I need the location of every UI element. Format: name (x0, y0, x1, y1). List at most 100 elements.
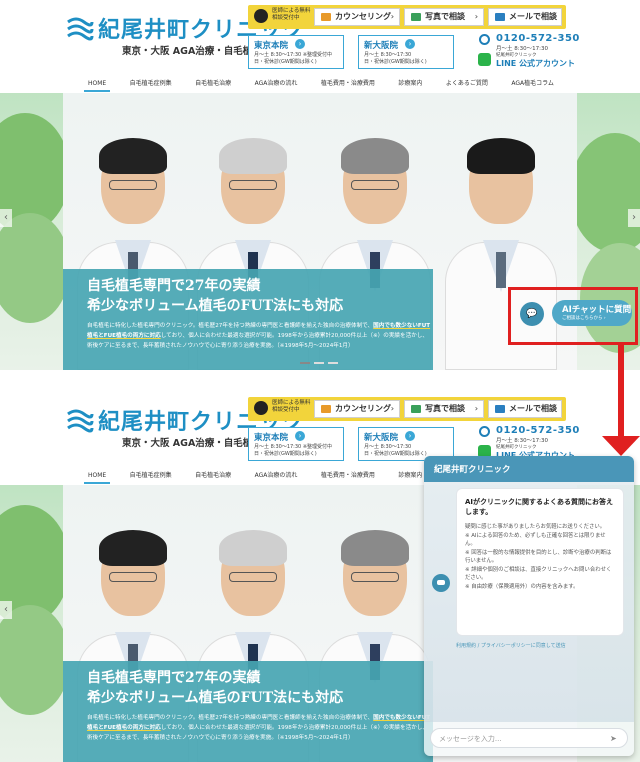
contact-phone[interactable]: 0120-572-350 月〜土 8:30〜17:30 紀尾井町クリニック LI… (478, 33, 580, 73)
send-icon[interactable]: ➤ (610, 733, 621, 744)
highlight-box (508, 287, 638, 345)
phone-hours: 月〜土 8:30〜17:30 (496, 438, 548, 444)
phone-number: 0120-572-350 (496, 425, 580, 436)
chevron-right-icon: › (390, 12, 394, 21)
people-icon (321, 405, 331, 413)
terms-link[interactable]: 利用規約 / プライバシーポリシーに同意して送信 (456, 642, 566, 649)
site-logo[interactable]: 紀尾井町クリニック 東京・大阪 AGA治療・自毛植毛 (66, 404, 304, 450)
counseling-button[interactable]: カウンセリング › (314, 400, 400, 418)
people-icon (321, 13, 331, 21)
line-icon (478, 53, 491, 66)
nav-transplant[interactable]: 自毛植毛治療 (191, 76, 235, 92)
clinic-shin-osaka[interactable]: 新大阪院 › 月〜土 8:30〜17:30 日・祝休診(GW期間は除く) (358, 35, 454, 69)
nav-transplant[interactable]: 自毛植毛治療 (191, 468, 235, 484)
photo-icon (411, 13, 421, 21)
chevron-right-icon: › (474, 404, 478, 413)
message-line: ※ 自由診療（保険適用外）の内容を含みます。 (465, 583, 579, 590)
nav-faq[interactable]: よくあるご質問 (442, 76, 492, 92)
clinic-hours: 月〜土 8:30〜17:30 日・祝休診(GW期間は除く) (364, 444, 427, 457)
chat-input-box: ➤ (430, 728, 628, 748)
slider-next-button[interactable]: › (628, 209, 640, 227)
hero-caption: 自毛植毛専門で27年の実績 希少なボリューム植毛のFUT法にも対応 自毛植毛に特… (63, 661, 433, 762)
chat-input[interactable] (439, 732, 599, 745)
nav-fees[interactable]: 植毛費用・治療費用 (317, 76, 379, 92)
hero-title-1: 自毛植毛専門で27年の実績 (87, 670, 261, 686)
nav-cases[interactable]: 自毛植毛症例集 (126, 468, 176, 484)
mail-icon (495, 405, 505, 413)
chevron-right-icon: › (390, 404, 394, 413)
hero-title-1: 自毛植毛専門で27年の実績 (87, 278, 261, 294)
phone-icon (479, 34, 490, 45)
phone-number: 0120-572-350 (496, 33, 580, 44)
mail-icon (495, 13, 505, 21)
nav-home[interactable]: HOME (84, 76, 111, 92)
hero-title-2: 希少なボリューム植毛のFUT法にも対応 (87, 298, 344, 314)
chat-messages: AIがクリニックに関するよくある質問にお答えします。 疑問に感じた事がありました… (424, 482, 634, 722)
nav-fees[interactable]: 植毛費用・治療費用 (317, 468, 379, 484)
chat-title: 紀尾井町クリニック (434, 465, 511, 475)
site-header: 紀尾井町クリニック 東京・大阪 AGA治療・自毛植毛 医師による無料相談受付中 … (0, 0, 640, 92)
main-nav: HOME 自毛植毛症例集 自毛植毛治療 AGA治療の流れ 植毛費用・治療費用 診… (84, 76, 558, 92)
line-link[interactable]: LINE 公式アカウント (496, 58, 575, 69)
slider-dot[interactable] (314, 362, 324, 364)
clinic-hours: 月〜土 8:30〜17:30 ※整理受付中 日・祝休診(GW期間は除く) (254, 52, 333, 65)
arrow-right-icon: › (405, 431, 415, 441)
photo-icon (411, 405, 421, 413)
mail-consult-button[interactable]: メールで相談 › (488, 400, 562, 418)
chevron-right-icon: › (474, 12, 478, 21)
arrow-right-icon: › (405, 39, 415, 49)
doctor-icon (254, 401, 268, 415)
contact-bar: 医師による無料相談受付中 カウンセリング › 写真で相談 › メールで相談 › (248, 397, 566, 421)
clinic-tokyo[interactable]: 東京本院 › 月〜土 8:30〜17:30 ※整理受付中 日・祝休診(GW期間は除く… (248, 427, 344, 461)
logo-mark-icon (67, 409, 94, 433)
ai-chat-window: 紀尾井町クリニック AIがクリニックに関するよくある質問にお答えします。 疑問に… (424, 456, 634, 756)
arrow-right-icon: › (295, 39, 305, 49)
bot-avatar-icon (432, 574, 450, 592)
nav-home[interactable]: HOME (84, 468, 111, 484)
chevron-right-icon: › (552, 12, 556, 21)
nav-aga-flow[interactable]: AGA治療の流れ (251, 468, 302, 484)
contact-note: 医師による無料相談受付中 (272, 8, 311, 21)
slider-prev-button[interactable]: ‹ (0, 209, 12, 227)
nav-column[interactable]: AGA植毛コラム (507, 76, 558, 92)
message-line: ※ 回答は一般的な情報提供を目的とし、診断や治療の判断は行いません。 (465, 549, 612, 565)
contact-bar: 医師による無料相談受付中 カウンセリング › 写真で相談 › メールで相談 › (248, 5, 566, 29)
message-line: ※ AIによる回答のため、必ずしも正確な回答とは限りません。 (465, 532, 606, 548)
photo-consult-button[interactable]: 写真で相談 › (404, 400, 484, 418)
nav-aga-flow[interactable]: AGA治療の流れ (251, 76, 302, 92)
bot-message: AIがクリニックに関するよくある質問にお答えします。 疑問に感じた事がありました… (456, 488, 624, 636)
clinic-tokyo[interactable]: 東京本院 › 月〜土 8:30〜17:30 ※整理受付中 日・祝休診(GW期間は除く… (248, 35, 344, 69)
annotation-arrow-shaft (618, 344, 624, 438)
clinic-hours: 月〜土 8:30〜17:30 日・祝休診(GW期間は除く) (364, 52, 427, 65)
slider-prev-button[interactable]: ‹ (0, 601, 12, 619)
hero-body: 自毛植毛に特化した植毛専門のクリニック。植毛歴27年を持つ熟練の専門医と看護師を… (87, 715, 431, 741)
hero-caption: 自毛植毛専門で27年の実績 希少なボリューム植毛のFUT法にも対応 自毛植毛に特… (63, 269, 433, 370)
message-line: 疑問に感じた事がありましたらお気軽にお送りください。 (465, 524, 606, 530)
logo-mark-icon (67, 17, 94, 41)
nav-guide[interactable]: 診療案内 (394, 468, 426, 484)
chat-header: 紀尾井町クリニック (424, 456, 634, 482)
contact-note: 医師による無料相談受付中 (272, 400, 311, 413)
doctor-icon (254, 9, 268, 23)
brand-subtitle: 東京・大阪 AGA治療・自毛植毛 (122, 438, 262, 449)
slider-dots (300, 362, 338, 364)
phone-hours: 月〜土 8:30〜17:30 (496, 46, 548, 52)
clinic-hours: 月〜土 8:30〜17:30 ※整理受付中 日・祝休診(GW期間は除く) (254, 444, 333, 457)
brand-subtitle: 東京・大阪 AGA治療・自毛植毛 (122, 46, 262, 57)
nav-cases[interactable]: 自毛植毛症例集 (126, 76, 176, 92)
photo-consult-button[interactable]: 写真で相談 › (404, 8, 484, 26)
hero-body: 自毛植毛に特化した植毛専門のクリニック。植毛歴27年を持つ熟練の専門医と看護師を… (87, 323, 431, 349)
slider-dot[interactable] (328, 362, 338, 364)
arrow-right-icon: › (295, 431, 305, 441)
hero-title-2: 希少なボリューム植毛のFUT法にも対応 (87, 690, 344, 706)
counseling-button[interactable]: カウンセリング › (314, 8, 400, 26)
annotation-arrow-head (602, 436, 640, 456)
mail-consult-button[interactable]: メールで相談 › (488, 8, 562, 26)
site-logo[interactable]: 紀尾井町クリニック 東京・大阪 AGA治療・自毛植毛 (66, 12, 304, 58)
nav-guide[interactable]: 診療案内 (394, 76, 426, 92)
message-line: ※ 詳細や個別のご相談は、直接クリニックへお問い合わせください。 (465, 566, 612, 582)
slider-dot[interactable] (300, 362, 310, 364)
message-title: AIがクリニックに関するよくある質問にお答えします。 (465, 498, 614, 516)
chevron-right-icon: › (552, 404, 556, 413)
phone-icon (479, 426, 490, 437)
